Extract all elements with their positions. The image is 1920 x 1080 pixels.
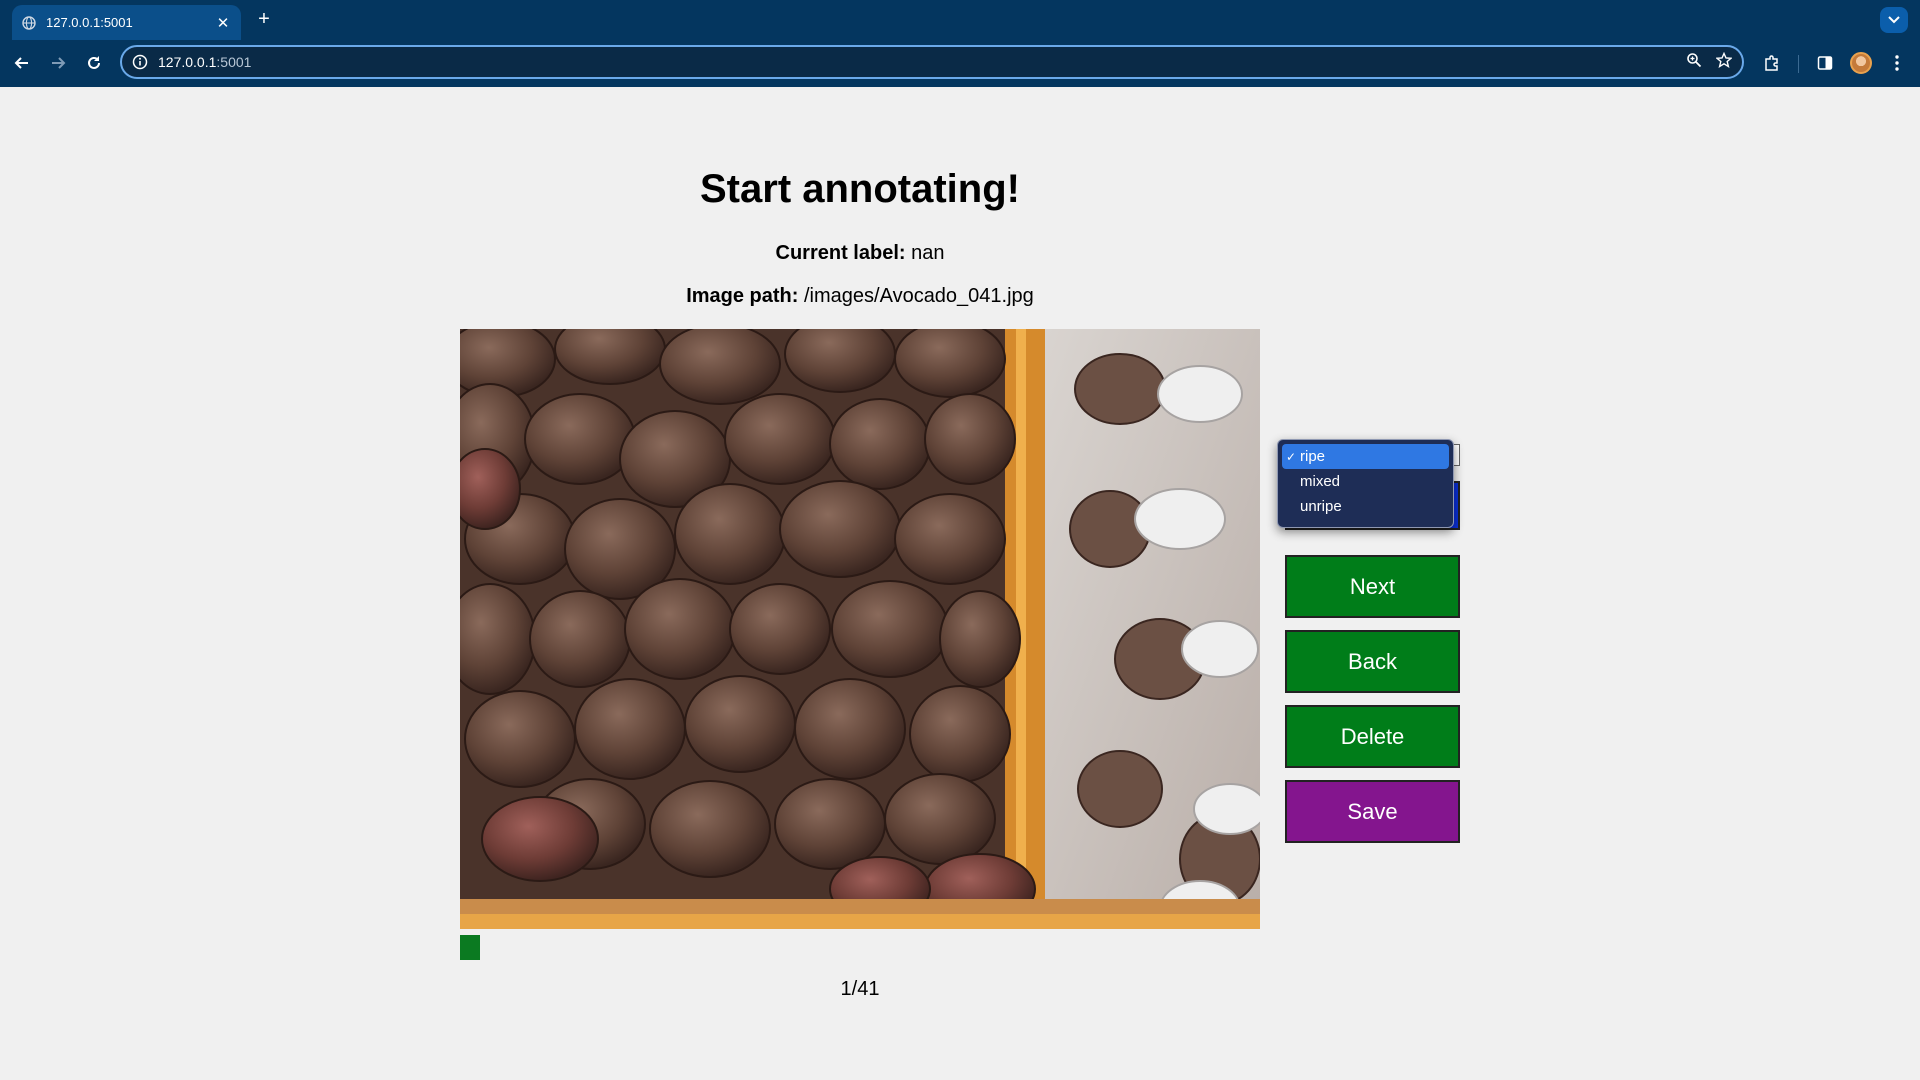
image-path-key: Image path: bbox=[686, 285, 799, 307]
current-label-key: Current label: bbox=[775, 242, 906, 264]
dropdown-option-label: mixed bbox=[1300, 473, 1341, 490]
more-menu-icon[interactable] bbox=[1885, 51, 1909, 75]
image-path-value: /images/Avocado_041.jpg bbox=[804, 285, 1034, 307]
dropdown-option-label: unripe bbox=[1300, 498, 1342, 515]
address-bar[interactable]: 127.0.0.1:5001 bbox=[120, 45, 1744, 79]
extensions-icon[interactable] bbox=[1760, 51, 1784, 75]
image-path-line: Image path: /images/Avocado_041.jpg bbox=[460, 285, 1260, 308]
browser-tab[interactable]: 127.0.0.1:5001 ✕ bbox=[12, 5, 241, 40]
reload-icon[interactable] bbox=[81, 50, 107, 76]
url-text: 127.0.0.1:5001 bbox=[158, 54, 1676, 70]
globe-icon bbox=[22, 15, 36, 30]
avocado-image bbox=[460, 329, 1260, 929]
toolbar-divider bbox=[1798, 55, 1799, 73]
back-button[interactable]: Back bbox=[1285, 630, 1460, 693]
dropdown-option-ripe[interactable]: ✓ ripe bbox=[1282, 444, 1449, 469]
label-dropdown-menu: ✓ ripe mixed unripe bbox=[1277, 439, 1454, 528]
side-panel-icon[interactable] bbox=[1813, 51, 1837, 75]
page-title: Start annotating! bbox=[700, 167, 1020, 211]
label-color-swatch bbox=[460, 935, 480, 960]
dropdown-option-mixed[interactable]: mixed bbox=[1282, 469, 1449, 494]
current-label-value: nan bbox=[911, 242, 945, 264]
url-host: 127.0.0.1 bbox=[158, 54, 217, 70]
current-label-line: Current label: nan bbox=[460, 242, 1260, 265]
site-info-icon[interactable] bbox=[132, 54, 148, 70]
save-button[interactable]: Save bbox=[1285, 780, 1460, 843]
profile-avatar[interactable] bbox=[1850, 52, 1872, 74]
bookmark-star-icon[interactable] bbox=[1715, 51, 1733, 73]
dropdown-option-unripe[interactable]: unripe bbox=[1282, 494, 1449, 519]
browser-toolbar: 127.0.0.1:5001 bbox=[0, 40, 1920, 87]
tab-strip: 127.0.0.1:5001 ✕ + bbox=[0, 0, 1920, 40]
browser-chrome: 127.0.0.1:5001 ✕ + 127.0.0.1:5001 bbox=[0, 0, 1920, 87]
tab-title: 127.0.0.1:5001 bbox=[46, 15, 133, 30]
delete-button[interactable]: Delete bbox=[1285, 705, 1460, 768]
url-port: :5001 bbox=[216, 54, 252, 70]
new-tab-icon[interactable]: + bbox=[254, 8, 274, 30]
next-button[interactable]: Next bbox=[1285, 555, 1460, 618]
close-icon[interactable]: ✕ bbox=[215, 15, 231, 32]
forward-arrow-icon[interactable] bbox=[45, 50, 71, 76]
dropdown-option-label: ripe bbox=[1300, 448, 1326, 465]
chevron-down-icon[interactable] bbox=[1880, 7, 1908, 33]
checkmark-icon: ✓ bbox=[1286, 449, 1297, 464]
omnibox-actions bbox=[1686, 51, 1733, 73]
avocado-photo-illustration bbox=[460, 329, 1260, 929]
annotation-page: Start annotating! Current label: nan Ima… bbox=[0, 87, 1920, 1080]
back-arrow-icon[interactable] bbox=[9, 50, 35, 76]
image-counter: 1/41 bbox=[840, 978, 880, 1000]
zoom-icon[interactable] bbox=[1686, 52, 1702, 73]
